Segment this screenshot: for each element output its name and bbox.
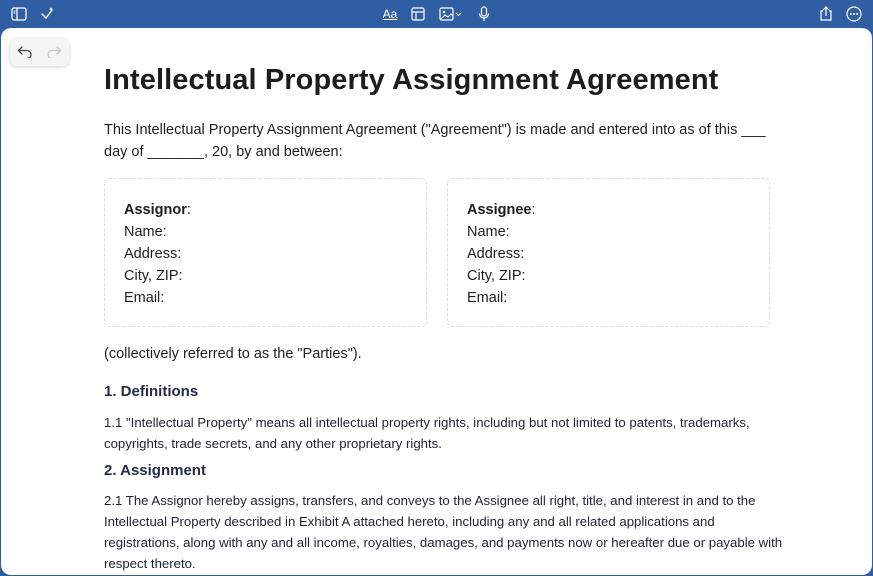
intro-paragraph: This Intellectual Property Assignment Ag… [104,122,766,160]
table-icon[interactable] [409,5,427,23]
app-window: Aa Intellectual Property Assignment Agre… [0,0,873,576]
assignee-address-field: Address: [467,246,525,262]
assignee-email-field: Email: [467,290,508,306]
format-label: Aa [382,7,398,21]
assignee-heading: Assignee: [467,202,536,218]
assignee-name-field: Name: [467,224,510,240]
assignor-address-field: Address: [124,246,182,262]
undo-button[interactable] [10,38,39,66]
redo-button[interactable] [39,38,68,66]
section-body-assignment: 2.1 The Assignor hereby assigns, transfe… [104,493,783,571]
undo-icon [17,46,32,58]
assignee-box: Assignee: Name: Address: City, ZIP: Emai… [447,178,770,327]
collective-text: (collectively referred to as the "Partie… [104,346,362,362]
document-title: Intellectual Property Assignment Agreeme… [104,64,719,96]
document-page[interactable]: Intellectual Property Assignment Agreeme… [1,28,872,575]
magic-wand-icon[interactable] [38,5,56,23]
section-title-definitions: 1. Definitions [104,383,199,400]
share-icon[interactable] [817,5,835,23]
assignor-heading: Assignor: [124,202,191,218]
more-icon[interactable] [845,5,863,23]
assignor-email-field: Email: [124,290,165,306]
section-title-assignment: 2. Assignment [104,462,206,479]
microphone-icon[interactable] [475,5,493,23]
assignee-city-field: City, ZIP: [467,268,526,284]
sidebar-icon[interactable] [10,5,28,23]
media-icon[interactable] [438,5,464,23]
assignor-box: Assignor: Name: Address: City, ZIP: Emai… [104,178,427,327]
text-format-icon[interactable]: Aa [381,5,399,23]
toolbar: Aa [0,0,873,28]
section-body-definitions: 1.1 "Intellectual Property" means all in… [104,415,750,451]
assignor-city-field: City, ZIP: [124,268,183,284]
undo-redo-group [10,38,69,66]
redo-icon [46,46,61,58]
assignor-name-field: Name: [124,224,167,240]
